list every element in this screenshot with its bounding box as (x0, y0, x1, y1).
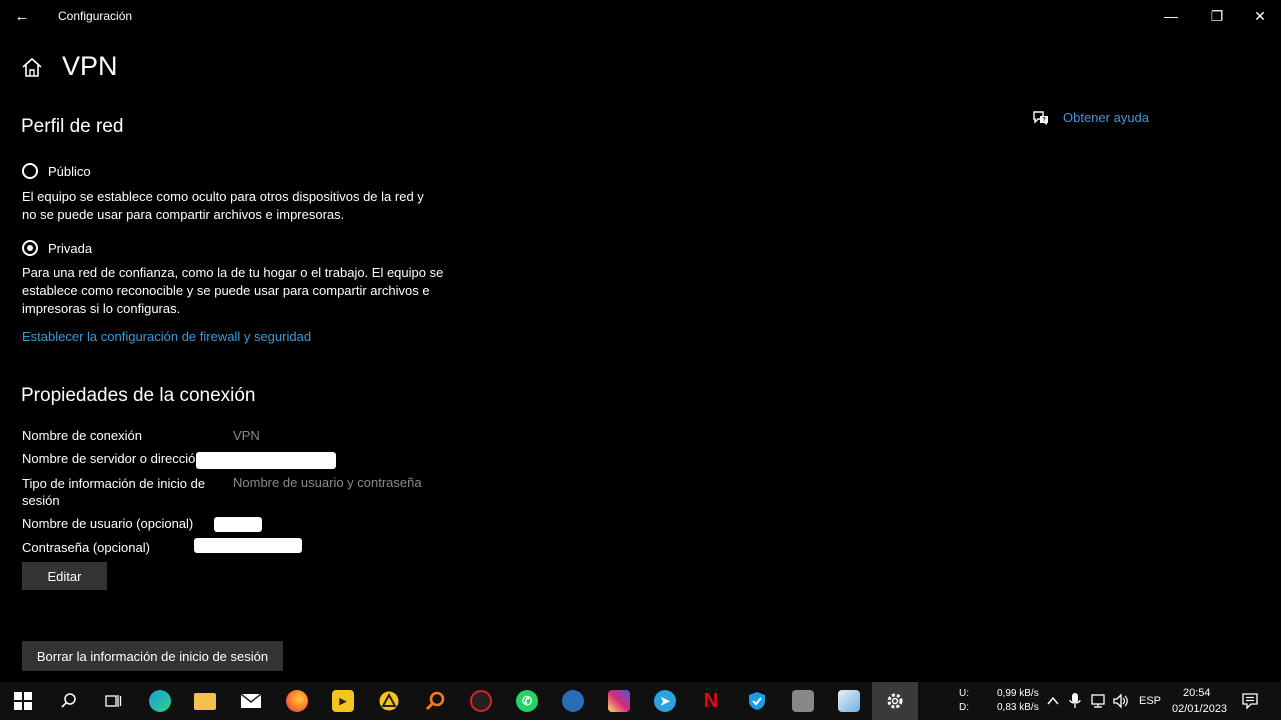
notifications-icon[interactable] (1241, 692, 1259, 710)
net-down-label: D: (959, 702, 969, 713)
radio-public[interactable]: Público (22, 163, 91, 179)
signin-type-label-line: sesión (22, 493, 60, 508)
network-profile-title: Perfil de red (21, 116, 124, 137)
taskbar: ▶ ✆ ➤ N U: D: 0,99 kB/s 0,83 kB/s ESP 20… (0, 682, 1281, 720)
firefox-icon[interactable] (274, 682, 320, 720)
username-redaction (214, 517, 262, 532)
title-bar: ← Configuración — ❐ ✕ (0, 0, 1281, 32)
public-description-line: no se puede usar para compartir archivos… (22, 207, 345, 222)
window-title: Configuración (58, 9, 133, 23)
instagram-icon[interactable] (596, 682, 642, 720)
net-down-speed: 0,83 kB/s (997, 702, 1039, 713)
help-chat-icon[interactable]: ? (1032, 109, 1050, 127)
signin-type-label-line: Tipo de información de inicio de (22, 476, 206, 491)
telegram-icon[interactable]: ➤ (642, 682, 688, 720)
signin-type-label: Tipo de información de inicio de sesión (22, 475, 205, 509)
mail-icon[interactable] (228, 682, 274, 720)
clock-date[interactable]: 02/01/2023 (1172, 703, 1227, 715)
shield-app-icon[interactable] (734, 682, 780, 720)
windows-start-icon[interactable] (0, 682, 46, 720)
blue-circle-app-icon[interactable] (550, 682, 596, 720)
pot-player-icon[interactable]: ▶ (320, 682, 366, 720)
language-indicator[interactable]: ESP (1139, 695, 1161, 707)
server-address-label: Nombre de servidor o direcció (22, 451, 196, 466)
file-explorer-icon[interactable] (182, 682, 228, 720)
password-label: Contraseña (opcional) (22, 540, 150, 555)
settings-gear-icon[interactable] (872, 682, 918, 720)
volume-icon[interactable] (1112, 692, 1130, 710)
minimize-button[interactable]: — (1148, 0, 1194, 32)
microphone-icon[interactable] (1067, 692, 1083, 710)
paint-app-icon[interactable] (826, 682, 872, 720)
radio-public-label: Público (48, 163, 91, 179)
clear-signin-button[interactable]: Borrar la información de inicio de sesió… (22, 641, 283, 671)
chevron-up-icon[interactable] (1045, 693, 1061, 709)
get-help-link[interactable]: Obtener ayuda (1063, 110, 1149, 125)
edge-icon[interactable] (137, 682, 183, 720)
net-up-label: U: (959, 688, 969, 699)
radio-private[interactable]: Privada (22, 240, 92, 256)
task-view-icon[interactable] (90, 682, 136, 720)
red-app-icon[interactable] (458, 682, 504, 720)
close-button[interactable]: ✕ (1237, 0, 1281, 32)
netflix-icon[interactable]: N (688, 682, 734, 720)
net-up-speed: 0,99 kB/s (997, 688, 1039, 699)
radio-private-label: Privada (48, 240, 93, 256)
game-app-icon[interactable] (780, 682, 826, 720)
connection-name-value: VPN (233, 428, 260, 443)
edit-button[interactable]: Editar (22, 562, 107, 590)
search-icon[interactable] (46, 682, 92, 720)
private-description-line: Para una red de confianza, como la de tu… (22, 265, 444, 280)
private-description-line: establece como reconocible y se puede us… (22, 283, 430, 298)
public-description: El equipo se establece como oculto para … (22, 188, 452, 224)
firewall-settings-link[interactable]: Establecer la configuración de firewall … (22, 329, 311, 344)
maximize-button[interactable]: ❐ (1194, 0, 1240, 32)
connection-properties-title: Propiedades de la conexión (21, 385, 256, 406)
username-label: Nombre de usuario (opcional) (22, 516, 194, 531)
back-arrow-icon[interactable]: ← (8, 4, 36, 28)
public-description-line: El equipo se establece como oculto para … (22, 189, 424, 204)
server-address-redaction (196, 452, 336, 469)
private-description: Para una red de confianza, como la de tu… (22, 264, 452, 318)
search-orange-icon[interactable] (412, 682, 458, 720)
triangle-app-icon[interactable] (366, 682, 412, 720)
network-icon[interactable] (1089, 692, 1107, 710)
private-description-line: impresoras si lo configuras. (22, 301, 181, 316)
whatsapp-icon[interactable]: ✆ (504, 682, 550, 720)
password-redaction (194, 538, 302, 553)
clock-time[interactable]: 20:54 (1183, 687, 1211, 699)
radio-public-circle[interactable] (22, 163, 38, 179)
page-title: VPN (62, 51, 118, 81)
svg-text:?: ? (1042, 118, 1046, 124)
connection-name-label: Nombre de conexión (22, 428, 142, 443)
signin-type-value: Nombre de usuario y contraseña (233, 475, 422, 490)
home-icon[interactable] (20, 56, 44, 80)
radio-private-circle[interactable] (22, 240, 38, 256)
